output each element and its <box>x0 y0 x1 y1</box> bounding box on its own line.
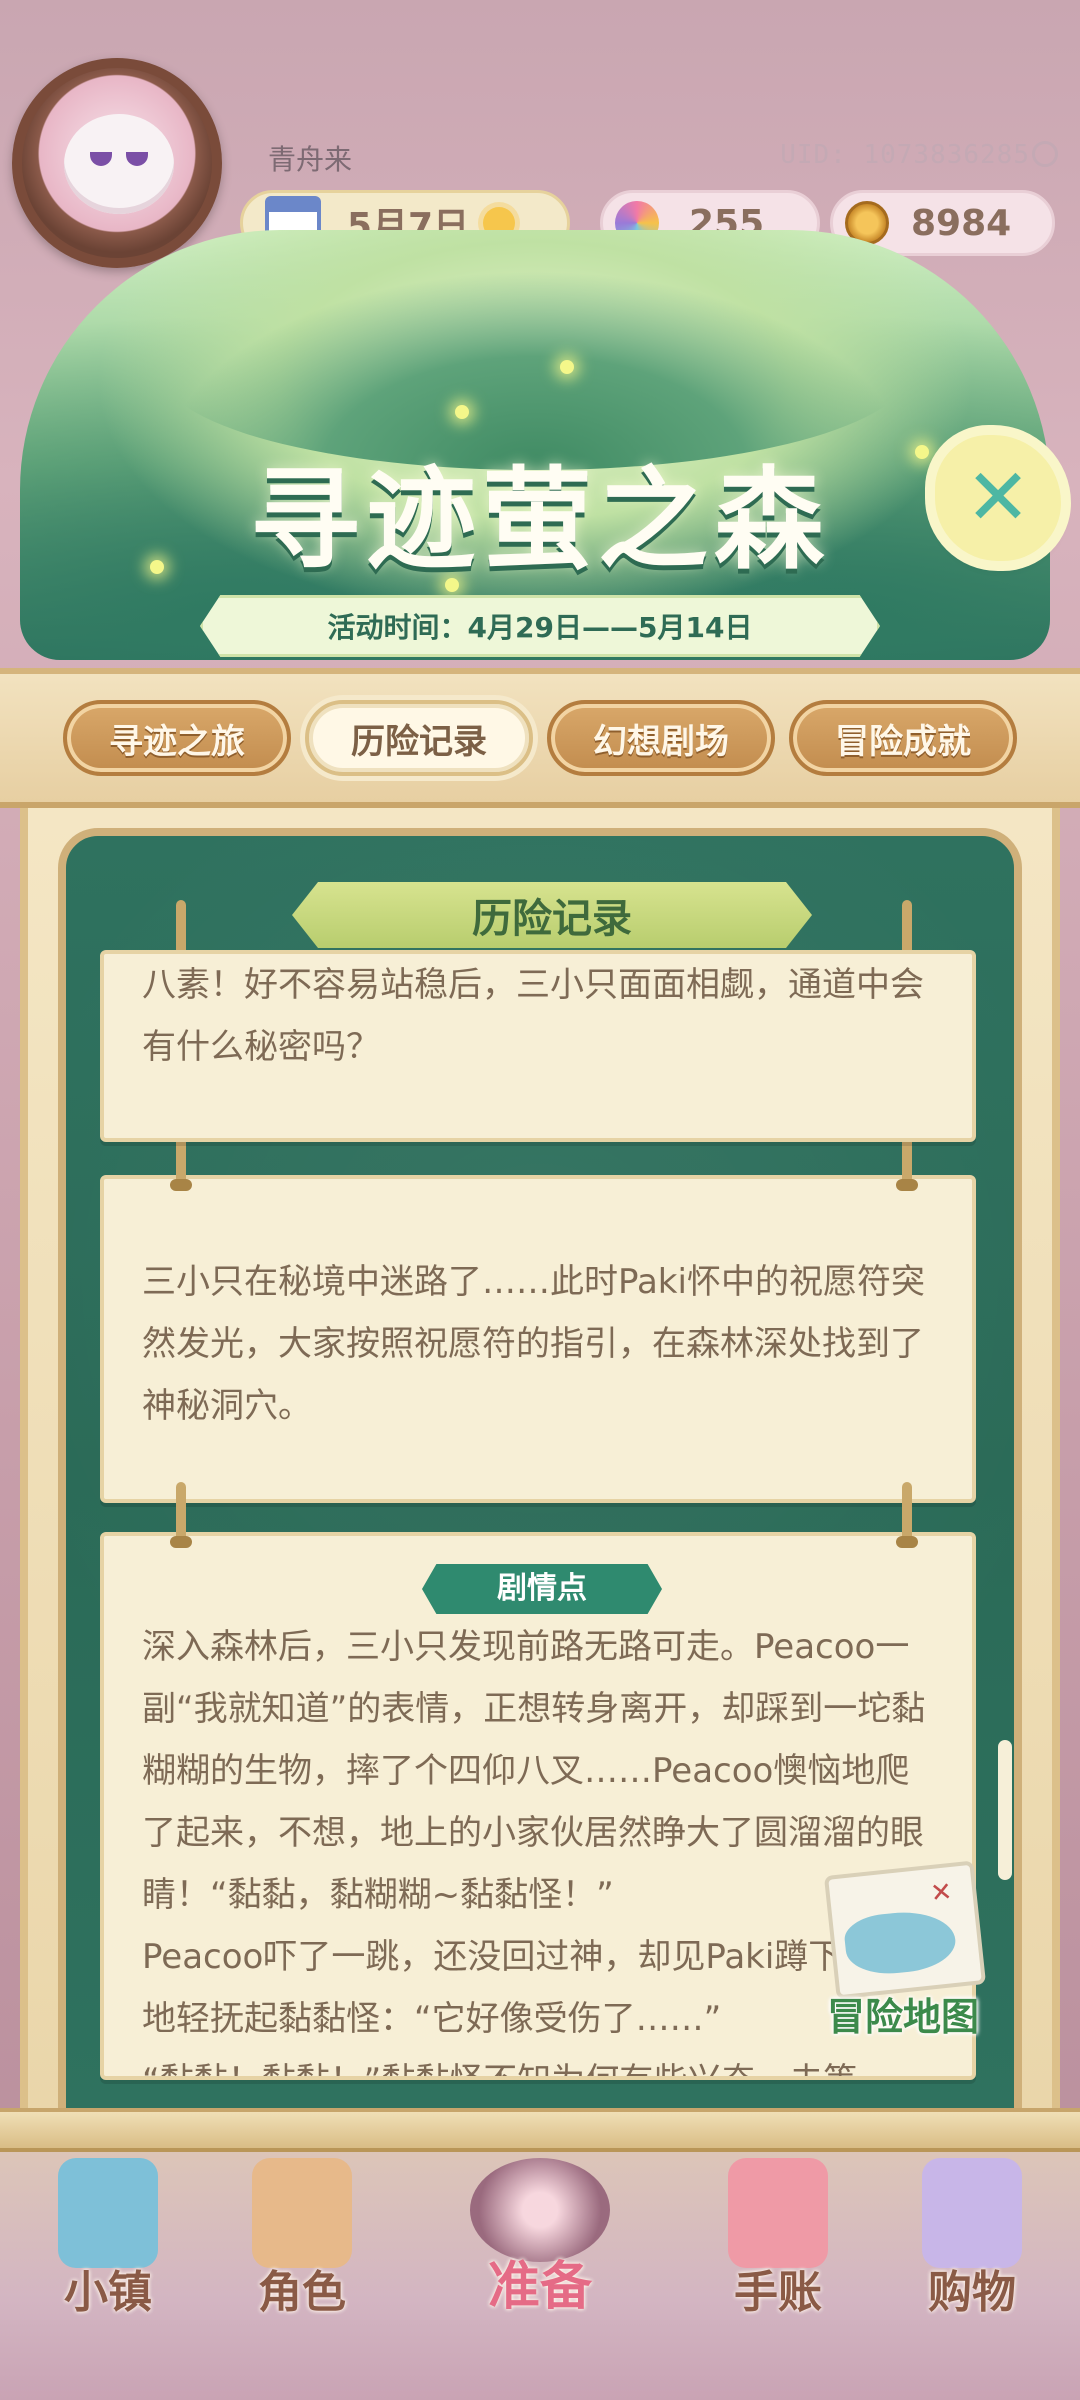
avatar-face <box>64 114 174 214</box>
player-name: 青舟来 <box>268 143 353 176</box>
event-title: 寻迹萤之森 <box>250 455 830 584</box>
player-avatar[interactable] <box>12 58 222 268</box>
journal-icon <box>728 2158 828 2268</box>
story-card: 八素！好不容易站稳后，三小只面面相觑，通道中会有什么秘密吗？ <box>100 950 976 1142</box>
firefly-icon <box>560 360 574 374</box>
nav-journal[interactable]: 手账 <box>698 2152 858 2352</box>
nav-prepare[interactable]: 准备 <box>460 2152 620 2352</box>
story-card-text: 八素！好不容易站稳后，三小只面面相觑，通道中会有什么秘密吗？ <box>142 965 924 1067</box>
copy-icon[interactable] <box>1032 141 1058 167</box>
nav-label: 小镇 <box>64 2267 152 2318</box>
bottom-nav: 小镇 角色 准备 手账 购物 <box>0 2152 1080 2400</box>
nav-shopping[interactable]: 购物 <box>892 2152 1052 2352</box>
rope <box>170 1482 192 1548</box>
avatar-eye-right <box>126 152 148 166</box>
adventure-map-label: 冒险地图 <box>826 1995 979 2039</box>
adventure-map-button[interactable]: 冒险地图 <box>808 1860 998 2039</box>
event-date-range: 活动时间：4月29日——5月14日 <box>200 595 880 657</box>
story-card: 三小只在秘境中迷路了……此时Paki怀中的祝愿符突然发光，大家按照祝愿符的指引，… <box>100 1175 976 1503</box>
nav-town[interactable]: 小镇 <box>28 2152 188 2352</box>
section-title: 历险记录 <box>292 882 812 948</box>
rope <box>896 1482 918 1548</box>
nav-label: 购物 <box>928 2267 1016 2318</box>
tab-adventure-log[interactable]: 历险记录 <box>305 700 533 776</box>
nav-character[interactable]: 角色 <box>222 2152 382 2352</box>
tab-journey[interactable]: 寻迹之旅 <box>63 700 291 776</box>
character-icon <box>252 2158 352 2268</box>
map-icon <box>823 1860 987 2000</box>
nav-label: 角色 <box>258 2267 346 2318</box>
tab-achievements[interactable]: 冒险成就 <box>789 700 1017 776</box>
firefly-icon <box>455 405 469 419</box>
frame-bottom-rail <box>0 2108 1080 2152</box>
tab-fantasy-theater[interactable]: 幻想剧场 <box>547 700 775 776</box>
plot-point-tag: 剧情点 <box>422 1564 662 1614</box>
avatar-eye-left <box>90 152 112 166</box>
coin-count: 8984 <box>911 202 1012 244</box>
scrollbar[interactable] <box>998 1740 1012 1880</box>
story-card-text: 三小只在秘境中迷路了……此时Paki怀中的祝愿符突然发光，大家按照祝愿符的指引，… <box>142 1262 925 1426</box>
player-uid: UID: 1073836285 <box>780 140 1030 170</box>
close-icon: ✕ <box>965 453 1031 543</box>
shopping-bag-icon <box>922 2158 1022 2268</box>
town-icon <box>58 2158 158 2268</box>
plot-paragraph: “黏黏！黏黏！”黏黏怪不知为何有些兴奋，未等 <box>142 2050 934 2076</box>
nav-label: 准备 <box>487 2257 592 2317</box>
nav-label: 手账 <box>734 2267 822 2318</box>
tab-bar: 寻迹之旅 历险记录 幻想剧场 冒险成就 <box>0 668 1080 808</box>
